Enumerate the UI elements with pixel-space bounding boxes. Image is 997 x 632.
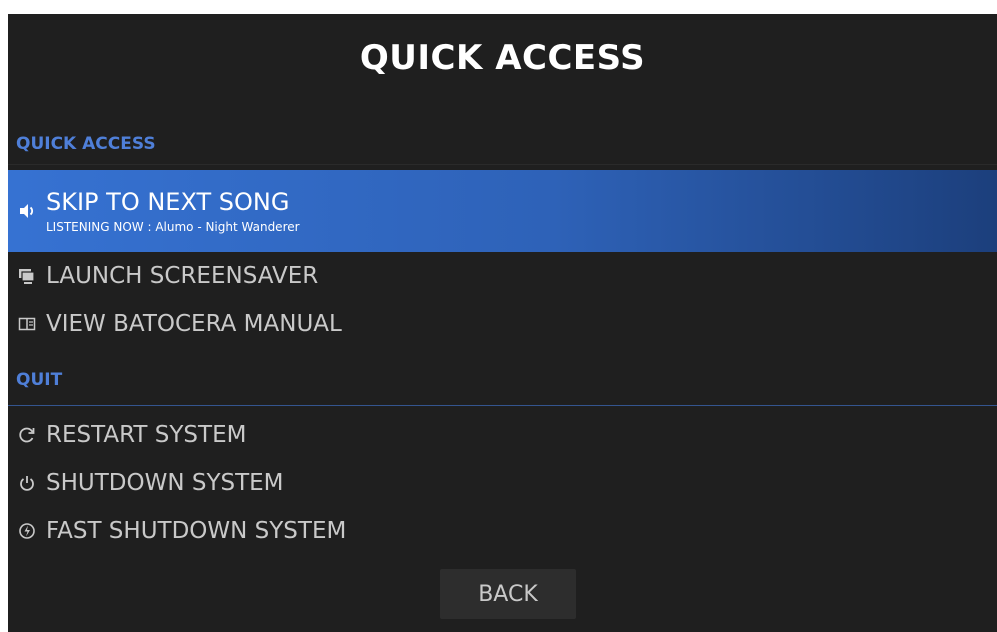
view-manual-label: VIEW BATOCERA MANUAL bbox=[46, 311, 342, 337]
power-icon bbox=[14, 474, 40, 492]
section-header-quit: QUIT bbox=[16, 370, 63, 390]
manual-icon bbox=[14, 315, 40, 333]
now-playing-label: LISTENING NOW : Alumo - Night Wanderer bbox=[46, 220, 300, 234]
quick-access-menu: QUICK ACCESS QUICK ACCESS SKIP TO NEXT S… bbox=[8, 14, 997, 632]
restart-system-label: RESTART SYSTEM bbox=[46, 422, 247, 448]
section-header-quick-access: QUICK ACCESS bbox=[16, 134, 156, 154]
menu-title: QUICK ACCESS bbox=[359, 38, 646, 78]
skip-next-song-item[interactable]: SKIP TO NEXT SONG LISTENING NOW : Alumo … bbox=[8, 170, 997, 252]
restart-icon bbox=[14, 426, 40, 444]
back-button[interactable]: BACK bbox=[440, 569, 576, 619]
skip-next-song-label: SKIP TO NEXT SONG bbox=[46, 188, 290, 216]
shutdown-system-label: SHUTDOWN SYSTEM bbox=[46, 470, 284, 496]
fast-shutdown-system-item[interactable]: FAST SHUTDOWN SYSTEM bbox=[8, 511, 997, 551]
divider bbox=[8, 405, 997, 406]
speaker-icon bbox=[14, 202, 40, 220]
shutdown-system-item[interactable]: SHUTDOWN SYSTEM bbox=[8, 463, 997, 503]
fast-power-icon bbox=[14, 522, 40, 540]
divider bbox=[8, 164, 997, 165]
view-manual-item[interactable]: VIEW BATOCERA MANUAL bbox=[8, 306, 997, 342]
launch-screensaver-label: LAUNCH SCREENSAVER bbox=[46, 263, 319, 289]
restart-system-item[interactable]: RESTART SYSTEM bbox=[8, 415, 997, 455]
screensaver-icon bbox=[14, 267, 40, 285]
fast-shutdown-system-label: FAST SHUTDOWN SYSTEM bbox=[46, 518, 347, 544]
launch-screensaver-item[interactable]: LAUNCH SCREENSAVER bbox=[8, 258, 997, 294]
